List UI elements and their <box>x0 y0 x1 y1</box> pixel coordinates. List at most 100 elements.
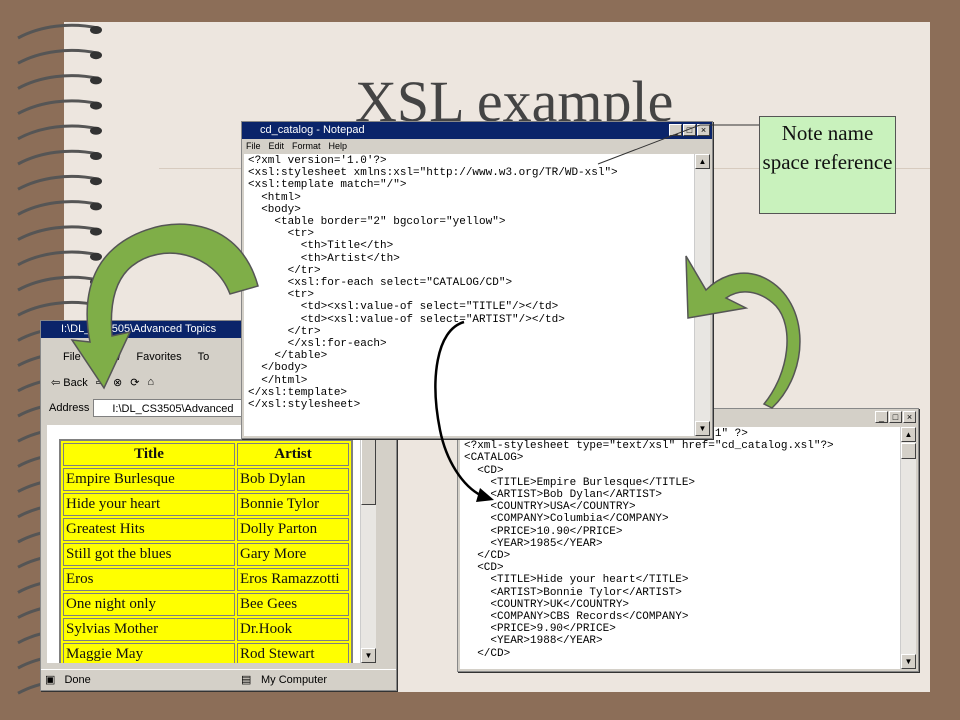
notepad-window[interactable]: cd_catalog - Notepad _ □ × File Edit For… <box>241 121 713 439</box>
table-row: One night only Bee Gees <box>63 593 349 616</box>
computer-icon: ▤ <box>241 674 252 686</box>
binding-hole <box>90 101 102 110</box>
binding-hole <box>90 227 102 236</box>
scroll-thumb[interactable] <box>901 443 916 459</box>
table-row: Hide your heart Bonnie Tylor <box>63 493 349 516</box>
menu-file[interactable]: File <box>63 347 81 367</box>
cell-title: Still got the blues <box>63 543 235 566</box>
refresh-icon[interactable]: ⟳ <box>130 376 139 389</box>
binding-hole <box>90 252 102 261</box>
ie-page-icon: ▣ <box>45 674 56 686</box>
binding-ring <box>17 275 99 292</box>
scroll-down-icon[interactable]: ▼ <box>361 648 376 663</box>
cell-artist: Eros Ramazzotti <box>237 568 349 591</box>
binding-ring <box>17 149 99 166</box>
cell-artist: Rod Stewart <box>237 643 349 663</box>
binding-hole <box>90 202 102 211</box>
xml-scrollbar[interactable]: ▲ ▼ <box>900 427 916 669</box>
table-row: Sylvias Mother Dr.Hook <box>63 618 349 641</box>
close-icon[interactable]: × <box>697 124 710 136</box>
binding-ring <box>17 200 99 216</box>
browser-content: Title Artist Empire Burlesque Bob Dylan Hi… <box>47 425 374 663</box>
cd-table: Title Artist Empire Burlesque Bob Dylan Hi… <box>59 439 353 663</box>
binding-hole <box>90 152 102 160</box>
minimize-icon[interactable]: _ <box>875 411 888 423</box>
binding-ring <box>17 124 99 141</box>
binding-hole <box>90 126 102 135</box>
binding-ring <box>17 225 99 241</box>
binding-ring <box>17 250 99 267</box>
browser-scrollbar[interactable]: ▼ <box>360 425 376 663</box>
maximize-icon[interactable]: □ <box>889 411 902 423</box>
notepad-text-area[interactable]: <?xml version='1.0'?> <xsl:stylesheet xm… <box>244 154 710 436</box>
table-row: Empire Burlesque Bob Dylan <box>63 468 349 491</box>
close-icon[interactable]: × <box>903 411 916 423</box>
menu-format[interactable]: Format <box>292 139 321 153</box>
back-button[interactable]: ⇦ Back <box>51 376 88 389</box>
xml-source-window[interactable]: _ □ × <?xml version="1.0" encoding="ISO8… <box>457 408 919 672</box>
binding-ring <box>17 23 99 40</box>
maximize-icon[interactable]: □ <box>683 124 696 136</box>
table-row: Maggie May Rod Stewart <box>63 643 349 663</box>
minimize-icon[interactable]: _ <box>669 124 682 136</box>
note-callout: Note name space reference <box>759 116 896 214</box>
cell-artist: Bonnie Tylor <box>237 493 349 516</box>
table-row: Still got the blues Gary More <box>63 543 349 566</box>
binding-ring <box>17 99 99 115</box>
scroll-down-icon[interactable]: ▼ <box>695 421 710 436</box>
cell-artist: Dr.Hook <box>237 618 349 641</box>
cell-artist: Bee Gees <box>237 593 349 616</box>
address-label: Address <box>49 402 90 414</box>
menu-edit[interactable]: Edit <box>269 139 285 153</box>
binding-hole <box>90 51 102 60</box>
menu-view[interactable]: View <box>97 347 121 367</box>
notepad-menubar: File Edit Format Help <box>242 139 712 153</box>
cell-artist: Dolly Parton <box>237 518 349 541</box>
table-row: Greatest Hits Dolly Parton <box>63 518 349 541</box>
notepad-title: cd_catalog - Notepad <box>260 124 365 136</box>
cell-title: One night only <box>63 593 235 616</box>
scroll-up-icon[interactable]: ▲ <box>695 154 710 169</box>
menu-help[interactable]: Help <box>329 139 348 153</box>
home-icon[interactable]: ⌂ <box>147 376 154 388</box>
header-artist: Artist <box>237 443 349 466</box>
stop-icon[interactable]: ⊗ <box>113 376 122 389</box>
cell-title: Eros <box>63 568 235 591</box>
xml-text-area[interactable]: <?xml version="1.0" encoding="ISO8859-1"… <box>460 427 916 669</box>
menu-tools[interactable]: To <box>198 347 210 367</box>
menu-favorites[interactable]: Favorites <box>136 347 181 367</box>
cell-title: Greatest Hits <box>63 518 235 541</box>
address-input[interactable]: I:\DL_CS3505\Advanced <box>93 399 244 417</box>
binding-hole <box>90 76 102 85</box>
cell-artist: Bob Dylan <box>237 468 349 491</box>
binding-ring <box>17 74 99 90</box>
binding-ring <box>17 48 99 65</box>
table-row: Eros Eros Ramazzotti <box>63 568 349 591</box>
browser-statusbar: ▣ Done ▤ My Computer <box>41 669 396 690</box>
cell-artist: Gary More <box>237 543 349 566</box>
cell-title: Sylvias Mother <box>63 618 235 641</box>
address-bar: Address I:\DL_CS3505\Advanced <box>49 397 244 419</box>
xml-code: <?xml version="1.0" encoding="ISO8859-1"… <box>464 428 834 660</box>
header-title: Title <box>63 443 235 466</box>
cell-title: Maggie May <box>63 643 235 663</box>
zone-text: My Computer <box>261 674 328 686</box>
binding-hole <box>90 278 102 286</box>
binding-hole <box>90 26 102 34</box>
binding-hole <box>90 303 102 312</box>
scroll-up-icon[interactable]: ▲ <box>901 427 916 442</box>
status-text: Done <box>64 674 91 686</box>
scroll-down-icon[interactable]: ▼ <box>901 654 916 669</box>
browser-title: I:\DL_CS3505\Advanced Topics <box>61 323 217 335</box>
cell-title: Hide your heart <box>63 493 235 516</box>
binding-ring <box>17 300 99 317</box>
notepad-titlebar[interactable]: cd_catalog - Notepad _ □ × <box>242 122 712 139</box>
xsl-code: <?xml version='1.0'?> <xsl:stylesheet xm… <box>248 155 618 412</box>
cell-title: Empire Burlesque <box>63 468 235 491</box>
menu-file[interactable]: File <box>246 139 261 153</box>
notepad-scrollbar[interactable]: ▲ ▼ <box>694 154 710 436</box>
forward-icon[interactable]: ⇨ <box>96 376 105 389</box>
binding-ring <box>17 174 99 191</box>
table-header-row: Title Artist <box>63 443 349 466</box>
browser-menubar: File View Favorites To <box>41 347 209 367</box>
